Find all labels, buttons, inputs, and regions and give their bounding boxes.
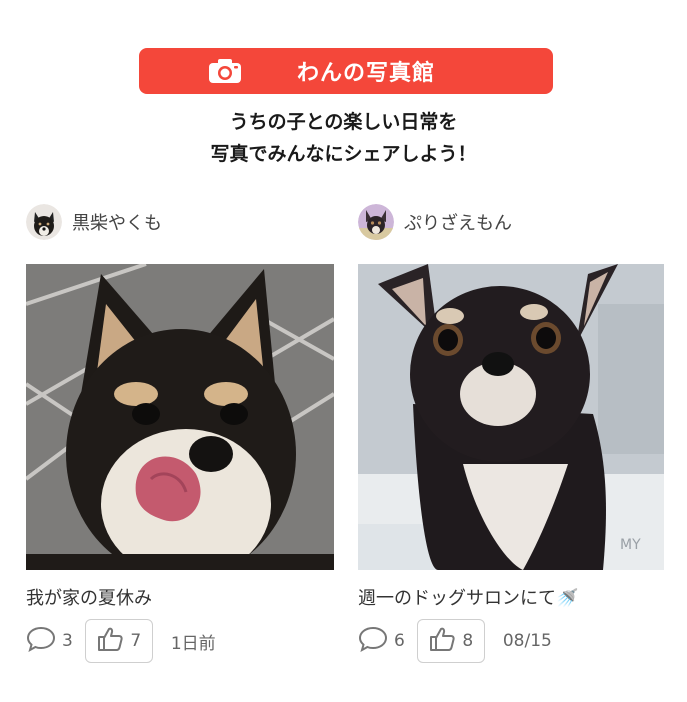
post-caption[interactable]: 我が家の夏休み <box>26 584 152 610</box>
header-banner: わんの写真館 <box>139 48 553 94</box>
avatar[interactable] <box>358 204 394 240</box>
avatar[interactable] <box>26 204 62 240</box>
post-date: 08/15 <box>502 631 552 651</box>
post-photo[interactable] <box>26 264 334 570</box>
header-subtitle: うちの子との楽しい日常を 写真でみんなにシェアしよう！ <box>0 106 687 170</box>
post-user[interactable]: 黒柴やくも <box>26 200 334 244</box>
comment-count: 3 <box>62 631 73 651</box>
post-card[interactable]: 黒柴やくも 我が家の夏休み 3 7 1日前 <box>26 200 334 663</box>
username[interactable]: ぷりざえもん <box>404 209 512 235</box>
post-caption[interactable]: 週一のドッグサロンにて🚿 <box>358 584 578 610</box>
subtitle-line-2: 写真でみんなにシェアしよう！ <box>210 143 477 165</box>
thumbs-up-icon <box>96 625 130 658</box>
like-button[interactable]: 8 <box>416 619 485 663</box>
thumbs-up-icon <box>428 625 462 658</box>
comment-button[interactable]: 3 <box>26 626 73 657</box>
like-count: 7 <box>130 631 142 651</box>
comment-count: 6 <box>394 631 405 651</box>
post-photo[interactable]: MY <box>358 264 664 570</box>
post-actions: 3 7 1日前 <box>26 618 216 664</box>
photo-watermark: MY <box>620 537 641 553</box>
like-button[interactable]: 7 <box>84 619 153 663</box>
like-count: 8 <box>462 631 474 651</box>
post-user[interactable]: ぷりざえもん <box>358 200 666 244</box>
username[interactable]: 黒柴やくも <box>72 209 162 235</box>
comment-icon <box>26 626 62 657</box>
comment-icon <box>358 626 394 657</box>
post-card[interactable]: ぷりざえもん MY 週一のドッグサロンにて🚿 6 8 08/15 <box>358 200 666 663</box>
subtitle-line-1: うちの子との楽しい日常を <box>229 111 458 133</box>
banner-title: わんの写真館 <box>296 61 435 86</box>
comment-button[interactable]: 6 <box>358 626 405 657</box>
post-actions: 6 8 08/15 <box>358 618 552 664</box>
post-date: 1日前 <box>170 633 216 654</box>
camera-icon <box>207 58 243 84</box>
